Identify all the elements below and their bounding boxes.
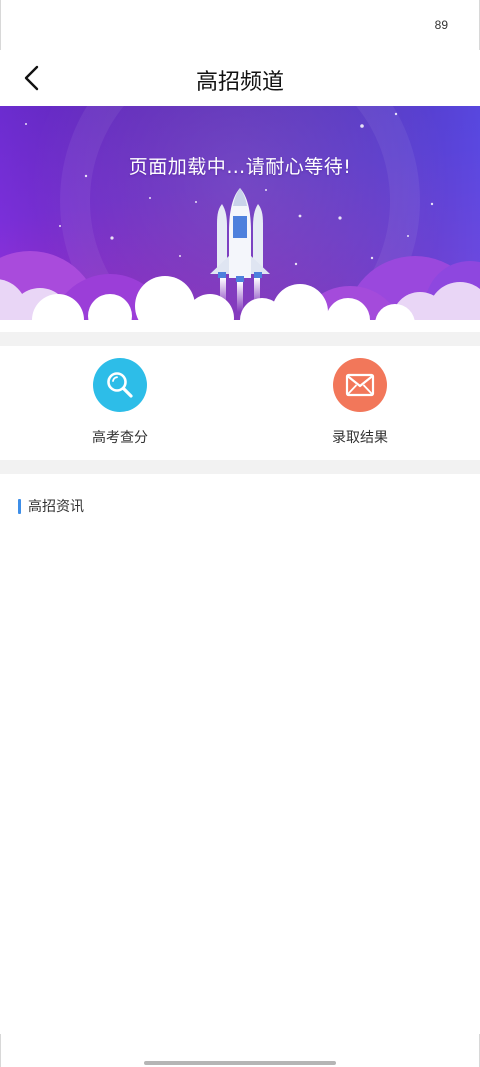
admission-result-icon-circle	[333, 358, 387, 412]
section-divider	[0, 460, 480, 474]
loading-banner: 页面加载中…请耐心等待!	[0, 106, 480, 332]
mail-icon	[345, 373, 375, 397]
news-section: 高招资讯	[0, 474, 480, 1034]
score-query-label: 高考查分	[92, 430, 148, 446]
loading-message: 页面加载中…请耐心等待!	[128, 156, 352, 178]
page-title: 高招频道	[195, 70, 284, 95]
battery-level: 89	[434, 18, 448, 32]
score-query-icon-circle	[93, 358, 147, 412]
nav-bar: 高招频道	[0, 50, 480, 106]
section-divider	[0, 332, 480, 346]
score-query-button[interactable]: 高考查分	[50, 358, 190, 447]
news-section-header: 高招资讯	[18, 496, 84, 516]
admission-result-button[interactable]: 录取结果	[290, 358, 430, 447]
rocket-illustration	[0, 106, 480, 332]
home-indicator[interactable]	[144, 1061, 336, 1065]
status-bar: 89	[0, 0, 480, 50]
admission-result-label: 录取结果	[332, 430, 388, 446]
quick-entry-panel: 高考查分 录取结果	[0, 346, 480, 460]
news-section-title: 高招资讯	[28, 499, 84, 515]
search-icon	[107, 372, 133, 398]
section-accent-bar	[18, 498, 21, 514]
